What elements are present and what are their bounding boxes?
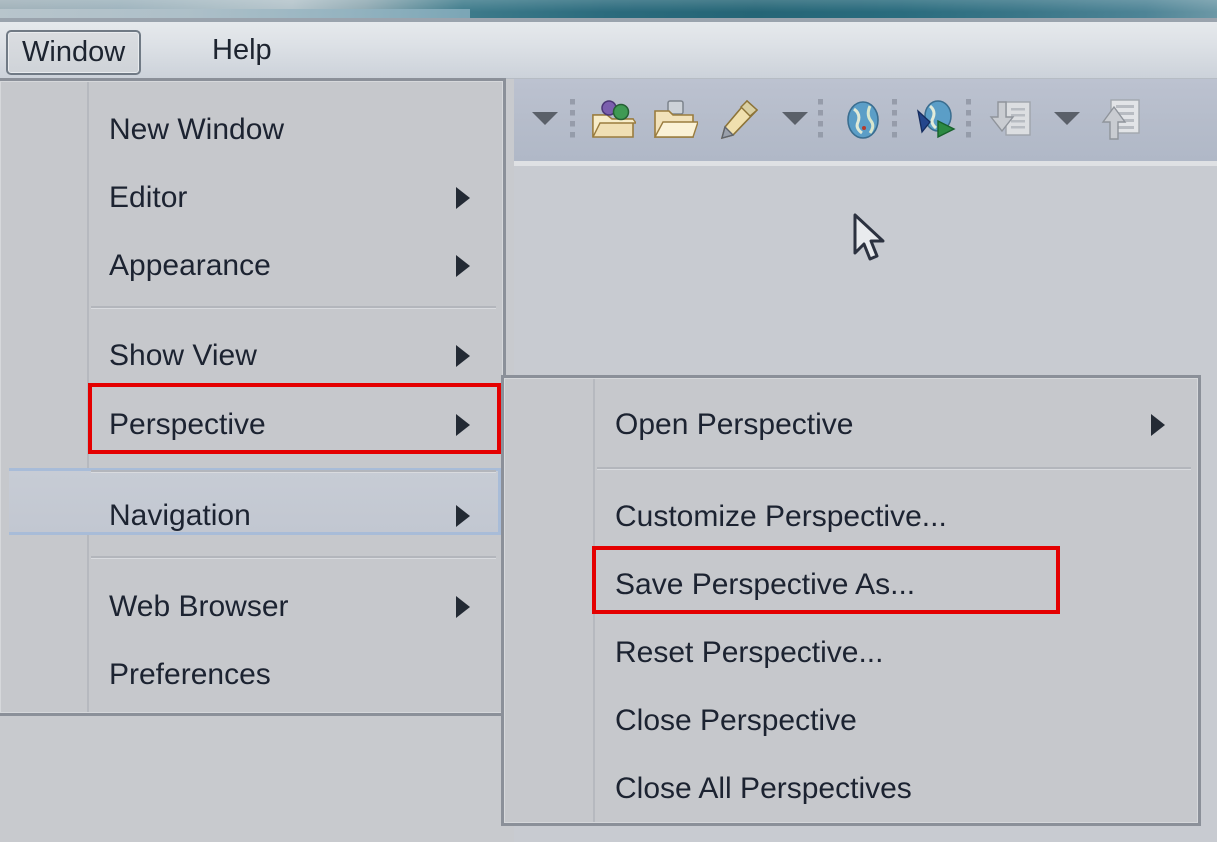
window-dropdown-menu: New Window Editor Appearance Show View P… <box>0 78 506 716</box>
menu-item-label: Web Browser <box>109 590 289 623</box>
menu-separator <box>91 306 496 308</box>
submenu-arrow-icon <box>456 596 470 618</box>
toolbar-separator <box>570 99 575 141</box>
chevron-down-icon[interactable] <box>532 112 558 125</box>
submenu-arrow-icon <box>456 255 470 277</box>
menu-item-reset-perspective[interactable]: Reset Perspective... <box>597 619 1191 687</box>
menu-item-new-window[interactable]: New Window <box>91 96 496 164</box>
submenu-arrow-icon <box>456 345 470 367</box>
toolbar-separator <box>818 99 823 141</box>
import-arrow-down-icon[interactable] <box>988 97 1034 143</box>
menu-item-label: Close Perspective <box>615 704 857 737</box>
menu-bar: Window Help <box>0 22 1217 79</box>
submenu-arrow-icon <box>456 187 470 209</box>
menubar-item-window[interactable]: Window <box>6 30 142 75</box>
menu-item-appearance[interactable]: Appearance <box>91 232 496 300</box>
menu-item-editor[interactable]: Editor <box>91 164 496 232</box>
menu-item-label: Open Perspective <box>615 408 854 441</box>
menu-item-close-perspective[interactable]: Close Perspective <box>597 687 1191 755</box>
submenu-arrow-icon <box>1151 414 1165 436</box>
menu-separator <box>597 467 1191 469</box>
globe-run-icon[interactable] <box>914 97 960 143</box>
submenu-icon-gutter <box>505 379 595 822</box>
screen: Window Help New Window Editor Appearance… <box>0 0 1217 842</box>
menu-item-customize-perspective[interactable]: Customize Perspective... <box>597 483 1191 551</box>
submenu-arrow-icon <box>456 414 470 436</box>
toolbar-separator <box>892 99 897 141</box>
desktop-window-edge <box>0 9 470 18</box>
main-toolbar <box>514 79 1217 161</box>
package-folder-icon[interactable] <box>590 97 638 143</box>
menu-item-label: Preferences <box>109 658 271 691</box>
menubar-item-help[interactable]: Help <box>198 30 286 71</box>
menu-item-label: Perspective <box>109 408 266 441</box>
menu-item-navigation[interactable]: Navigation <box>91 482 496 550</box>
menubar-item-help-label: Help <box>212 34 272 66</box>
menu-item-label: Navigation <box>109 499 251 532</box>
menu-item-label: New Window <box>109 113 285 146</box>
menubar-item-window-label: Window <box>22 36 126 68</box>
export-arrow-up-icon[interactable] <box>1096 97 1142 143</box>
toolbar-separator <box>966 99 971 141</box>
menu-separator <box>91 556 496 558</box>
menu-item-label: Close All Perspectives <box>615 772 912 805</box>
menu-separator <box>91 470 496 472</box>
perspective-submenu: Open Perspective Customize Perspective..… <box>501 375 1201 826</box>
menu-icon-gutter <box>1 82 89 712</box>
menu-item-web-browser[interactable]: Web Browser <box>91 573 496 641</box>
open-folder-icon[interactable] <box>652 97 699 143</box>
menu-item-show-view[interactable]: Show View <box>91 322 496 390</box>
menu-item-label: Save Perspective As... <box>615 568 916 601</box>
pencil-icon[interactable] <box>714 97 760 143</box>
menu-item-open-perspective[interactable]: Open Perspective <box>597 391 1191 459</box>
menu-item-close-all-perspectives[interactable]: Close All Perspectives <box>597 755 1191 823</box>
menu-item-perspective-content[interactable]: Perspective <box>91 391 496 459</box>
menu-item-label: Show View <box>109 339 257 372</box>
menu-item-label: Customize Perspective... <box>615 500 947 533</box>
menu-item-preferences[interactable]: Preferences <box>91 641 496 709</box>
chevron-down-icon[interactable] <box>1054 112 1080 125</box>
menu-item-save-perspective-as[interactable]: Save Perspective As... <box>597 551 1191 619</box>
menu-item-label: Editor <box>109 181 188 214</box>
menu-item-label: Appearance <box>109 249 271 282</box>
globe-icon[interactable] <box>840 97 886 143</box>
menu-item-label: Reset Perspective... <box>615 636 884 669</box>
chevron-down-icon[interactable] <box>782 112 808 125</box>
mouse-pointer-icon <box>852 213 888 265</box>
submenu-arrow-icon <box>456 505 470 527</box>
